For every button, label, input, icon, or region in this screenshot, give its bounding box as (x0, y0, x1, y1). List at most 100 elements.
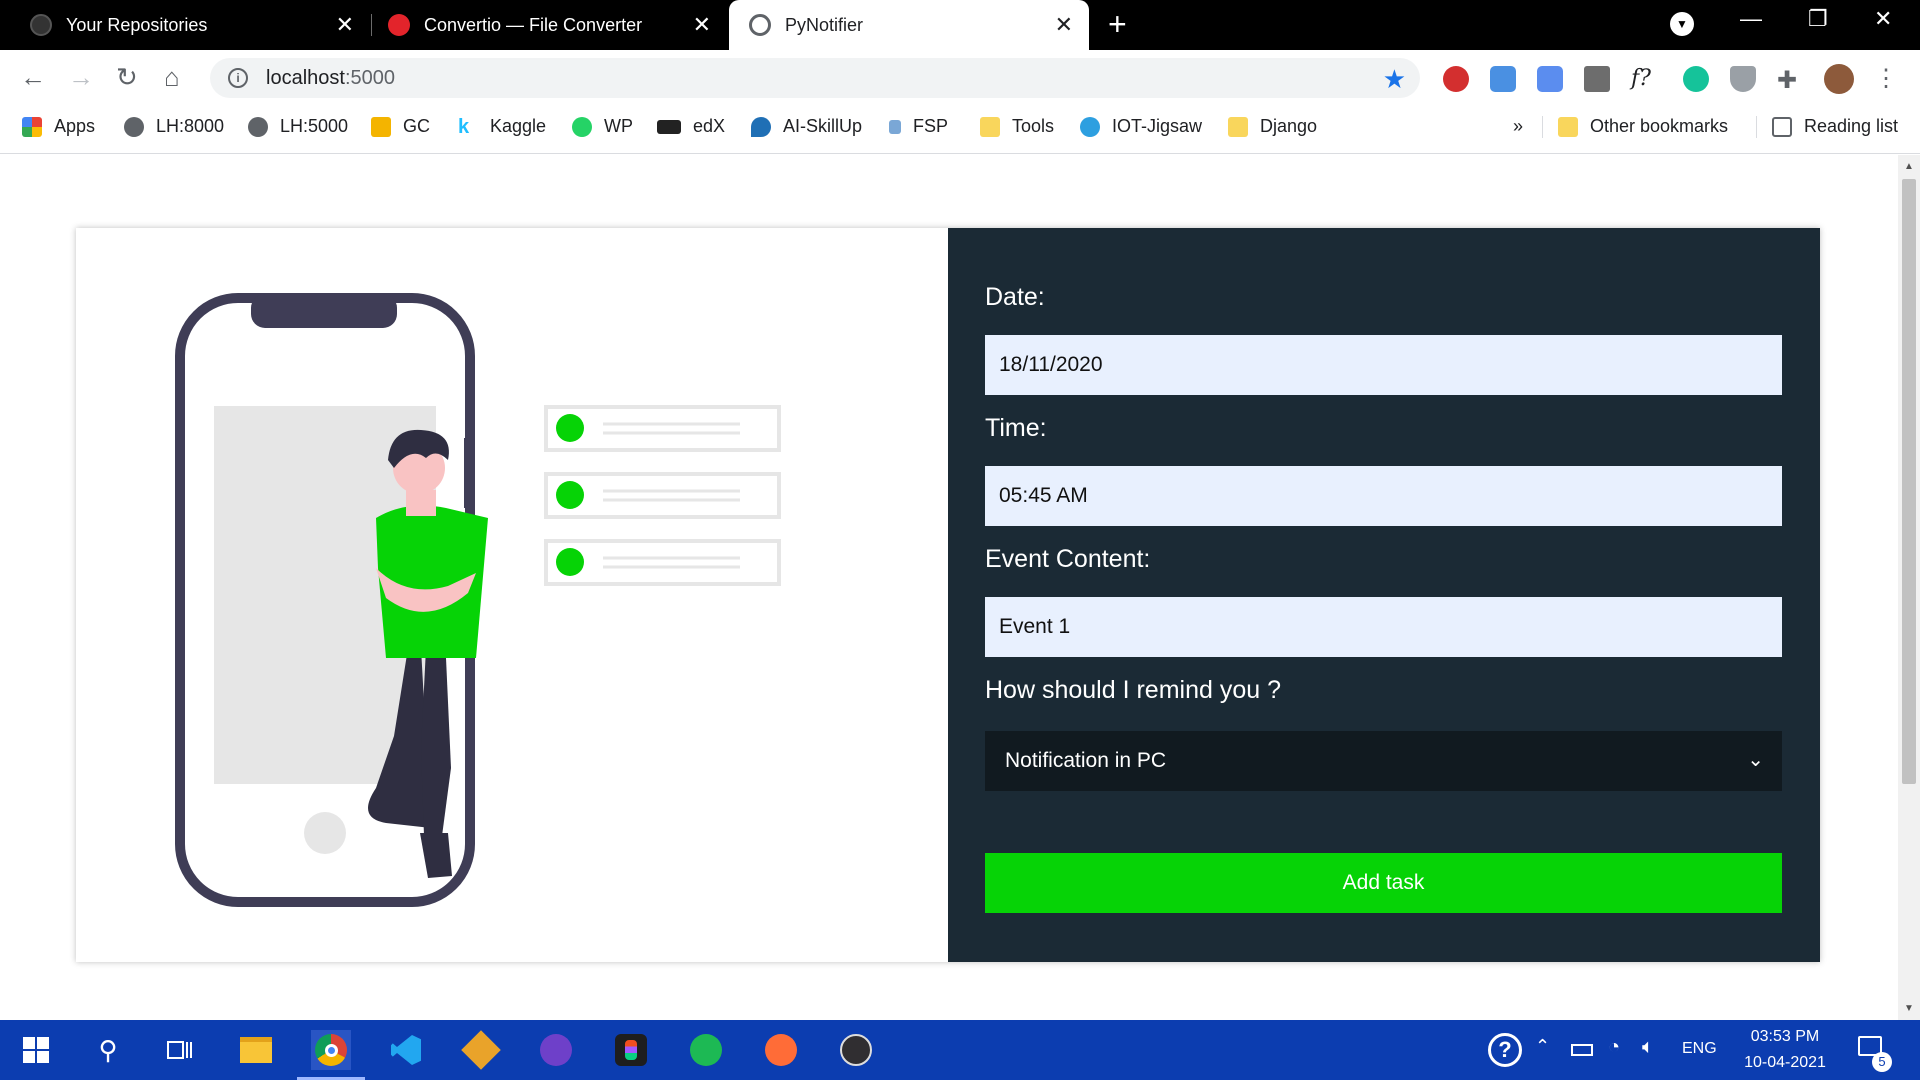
wifi-icon[interactable]: ◔ (1608, 1036, 1620, 1059)
screenshot-camera-icon[interactable] (1490, 66, 1516, 92)
new-tab-button[interactable]: + (1108, 8, 1127, 40)
volume-icon[interactable]: 🔈︎ (1642, 1036, 1654, 1059)
close-tab-icon[interactable]: ✕ (693, 12, 711, 38)
avatar[interactable] (1824, 64, 1854, 94)
page-scrollbar[interactable]: ▲ ▼ (1898, 155, 1920, 1020)
tab-convertio[interactable]: Convertio — File Converter ✕ (372, 0, 727, 50)
remind-method-select[interactable]: Notification in PC ⌄ (985, 731, 1782, 791)
google-translate-icon[interactable] (1537, 66, 1563, 92)
vscode-icon[interactable] (386, 1030, 426, 1070)
tab-your-repositories[interactable]: Your Repositories ✕ (0, 0, 370, 50)
bookmarks-overflow-button[interactable]: » (1513, 116, 1523, 137)
notification-card (544, 405, 781, 452)
github-desktop-icon[interactable] (536, 1030, 576, 1070)
menu-kebab-icon[interactable]: ⋮ (1874, 66, 1900, 92)
task-card: Date: 18/11/2020 Time: 05:45 AM Event Co… (76, 228, 1820, 962)
url-host: localhost (266, 66, 345, 89)
tab-title: Convertio — File Converter (424, 14, 643, 35)
color-picker-icon[interactable] (1584, 66, 1610, 92)
clock-time[interactable]: 03:53 PM (1736, 1028, 1834, 1046)
close-tab-icon[interactable]: ✕ (1055, 12, 1073, 38)
folder-icon (1558, 116, 1578, 137)
bookmark-label: LH:8000 (156, 116, 225, 136)
scrollbar-thumb[interactable] (1902, 179, 1916, 784)
clock-date[interactable]: 10-04-2021 (1736, 1054, 1834, 1072)
time-input[interactable]: 05:45 AM (985, 466, 1782, 526)
green-dot-icon (556, 481, 584, 509)
event-content-input[interactable]: Event 1 (985, 597, 1782, 657)
back-arrow-icon[interactable]: ← (20, 62, 46, 93)
date-input[interactable]: 18/11/2020 (985, 335, 1782, 395)
bookmark-edx[interactable]: edX (657, 116, 725, 137)
formula-icon[interactable]: f? (1631, 66, 1657, 92)
bookmark-star-icon[interactable]: ★ (1383, 64, 1406, 95)
green-dot-icon (556, 414, 584, 442)
task-form: Date: 18/11/2020 Time: 05:45 AM Event Co… (948, 228, 1820, 962)
phone-side-button (464, 438, 473, 508)
bookmark-other[interactable]: Other bookmarks (1558, 116, 1728, 137)
scroll-down-arrow-icon[interactable]: ▼ (1904, 1003, 1914, 1014)
bookmark-divider (1756, 116, 1757, 138)
add-task-button[interactable]: Add task (985, 853, 1782, 913)
bookmark-iot-jigsaw[interactable]: IOT-Jigsaw (1080, 116, 1202, 137)
shield-icon[interactable] (1730, 66, 1756, 92)
restore-button[interactable]: ❐ (1808, 6, 1828, 32)
adblock-icon[interactable] (1443, 66, 1469, 92)
bookmark-tools[interactable]: Tools (980, 116, 1054, 137)
bookmark-apps[interactable]: Apps (22, 116, 95, 137)
minimize-button[interactable]: — (1740, 6, 1762, 32)
file-explorer-icon[interactable] (236, 1030, 276, 1070)
bookmark-label: WP (604, 116, 633, 136)
phone-home-button (304, 812, 346, 854)
chevron-down-icon: ⌄ (1747, 749, 1764, 771)
tab-title: Your Repositories (66, 14, 208, 35)
extensions-puzzle-icon[interactable]: ✚ (1777, 66, 1803, 94)
scroll-up-arrow-icon[interactable]: ▲ (1904, 161, 1914, 172)
address-bar[interactable]: i localhost:5000 ★ (210, 58, 1420, 98)
home-icon[interactable]: ⌂ (164, 62, 180, 93)
bookmark-label: GC (403, 116, 430, 136)
bookmark-lh5000[interactable]: LH:5000 (248, 116, 348, 137)
tab-pynotifier[interactable]: PyNotifier ✕ (729, 0, 1089, 50)
notification-count-badge: 5 (1872, 1052, 1892, 1072)
fsp-icon (889, 119, 901, 134)
bookmark-django[interactable]: Django (1228, 116, 1317, 137)
notification-card (544, 472, 781, 519)
bookmark-fsp[interactable]: FSP (889, 116, 948, 137)
forward-arrow-icon[interactable]: → (68, 62, 94, 93)
convertio-icon (388, 14, 410, 36)
obs-icon[interactable] (836, 1030, 876, 1070)
kaggle-icon: k (458, 115, 470, 138)
search-icon[interactable]: ⚲ (88, 1030, 128, 1070)
bookmark-lh8000[interactable]: LH:8000 (124, 116, 224, 137)
gitkraken-icon[interactable] (461, 1030, 501, 1070)
bookmark-ai-skillup[interactable]: AI-SkillUp (751, 116, 862, 137)
tab-title: PyNotifier (785, 14, 864, 35)
phone-notch (251, 294, 397, 328)
close-window-button[interactable]: ✕ (1874, 6, 1892, 32)
bookmark-label: Tools (1012, 116, 1055, 136)
google-classroom-icon (371, 116, 391, 137)
tab-search-icon[interactable]: ▼ (1670, 12, 1694, 36)
bookmark-kaggle[interactable]: k Kaggle (458, 116, 546, 137)
task-view-icon[interactable] (160, 1030, 200, 1070)
url-port: :5000 (344, 66, 395, 89)
bookmark-wp[interactable]: WP (572, 116, 633, 137)
spotify-icon[interactable] (686, 1030, 726, 1070)
bookmark-label: Kaggle (490, 116, 547, 136)
battery-icon[interactable] (1571, 1044, 1593, 1056)
bookmark-gc[interactable]: GC (371, 116, 430, 137)
language-indicator[interactable]: ENG (1682, 1040, 1717, 1058)
chrome-taskbar-icon[interactable] (297, 1030, 365, 1080)
show-hidden-icons-chevron-icon[interactable]: ⌃ (1535, 1036, 1550, 1057)
windows-start-icon[interactable] (16, 1030, 56, 1070)
site-info-icon[interactable]: i (228, 68, 248, 88)
figma-icon[interactable] (611, 1030, 651, 1070)
grammarly-icon[interactable] (1683, 66, 1709, 92)
reload-icon[interactable]: ↻ (116, 62, 138, 93)
close-tab-icon[interactable]: ✕ (336, 12, 354, 38)
help-icon[interactable]: ? (1488, 1033, 1522, 1067)
reading-list-button[interactable]: Reading list (1772, 116, 1898, 137)
postman-icon[interactable] (761, 1030, 801, 1070)
bookmark-label: Django (1260, 116, 1318, 136)
